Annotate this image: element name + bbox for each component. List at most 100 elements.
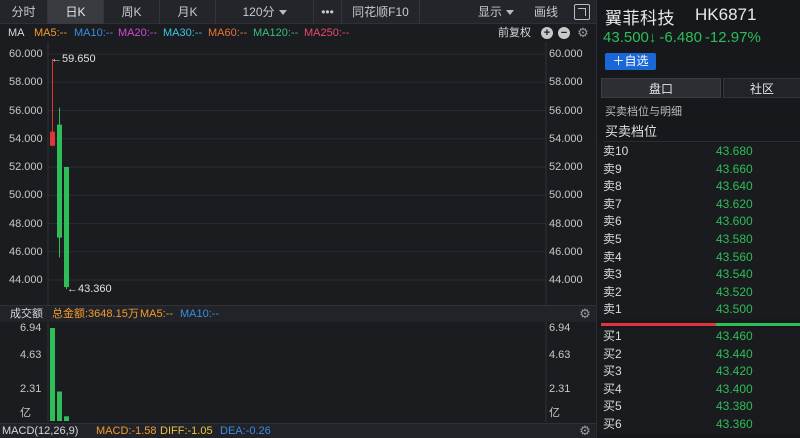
bid-row[interactable]: 买4 43.400: [597, 380, 800, 399]
zoom-in-icon[interactable]: +: [541, 27, 553, 39]
tab-intraday[interactable]: 分时: [0, 0, 48, 24]
ask-row[interactable]: 卖10 43.680: [597, 143, 800, 161]
orderbook-level-label: 买4: [603, 381, 622, 396]
bid-row[interactable]: 买5 43.380: [597, 398, 800, 416]
orderbook-level-label: 买3: [603, 364, 622, 379]
orderbook-level-label: 买6: [603, 417, 622, 431]
ask-row[interactable]: 卖6 43.600: [597, 213, 800, 231]
tab-daily-k[interactable]: 日K: [48, 0, 104, 24]
candle-body: [64, 167, 69, 288]
orderbook-price: 43.420: [716, 364, 753, 379]
price-tick-label-right: 58.000: [549, 76, 583, 89]
volume-tick-label-right: 亿: [549, 407, 560, 419]
volume-bar: [64, 416, 69, 421]
bid-row[interactable]: 买1 43.460: [597, 328, 800, 346]
ask-row[interactable]: 卖5 43.580: [597, 231, 800, 249]
volume-tick-label-left: 亿: [20, 407, 31, 419]
volume-header: 成交额 总金额:3648.15万 MA5:-- MA10:--: [0, 305, 596, 322]
macd-dea: DEA:-0.26: [220, 425, 271, 437]
stock-name: 翼菲科技: [605, 9, 675, 28]
orderbook-level-label: 卖4: [603, 249, 622, 264]
macd-diff: DIFF:-1.05: [160, 425, 213, 437]
adjust-selector[interactable]: 前复权: [498, 25, 531, 41]
zoom-out-icon[interactable]: −: [558, 27, 570, 39]
price-tick-label-left: 56.000: [9, 104, 43, 117]
gear-icon[interactable]: ⚙: [579, 307, 591, 320]
orderbook-level-label: 买5: [603, 399, 622, 414]
orderbook-price: 43.500: [716, 302, 753, 317]
ask-row[interactable]: 卖8 43.640: [597, 178, 800, 196]
macd-title: MACD(12,26,9): [2, 425, 79, 437]
orderbook-price: 43.680: [716, 144, 753, 158]
tab-monthly-k[interactable]: 月K: [160, 0, 216, 24]
ma-title: MA: [8, 27, 25, 39]
price-change-pct: -12.97%: [704, 29, 761, 46]
volume-tick-label-right: 4.63: [549, 349, 571, 361]
orderbook-level-label: 卖8: [603, 179, 622, 194]
ask-row[interactable]: 卖9 43.660: [597, 160, 800, 179]
bid-ask-divider-green: [716, 323, 800, 326]
ask-row[interactable]: 卖4 43.560: [597, 248, 800, 267]
volume-total: 总金额:3648.15万: [52, 308, 139, 320]
orderbook-price: 43.460: [716, 329, 753, 343]
display-menu[interactable]: 显示: [478, 0, 515, 24]
price-tick-label-left: 44.000: [9, 274, 43, 286]
price-tick-label-left: 52.000: [9, 161, 43, 173]
price-tick-label-right: 44.000: [549, 274, 583, 286]
bid-row[interactable]: 买6 43.360: [597, 416, 800, 434]
orderbook-level-label: 卖9: [603, 161, 622, 176]
volume-ma5: MA5:--: [140, 308, 173, 320]
orderbook-price: 43.600: [716, 214, 753, 229]
volume-bar: [50, 328, 55, 421]
orderbook-price: 43.620: [716, 196, 753, 211]
f10-button[interactable]: 同花顺F10: [342, 0, 420, 24]
ask-row[interactable]: 卖7 43.620: [597, 195, 800, 214]
price-tick-label-left: 54.000: [9, 132, 43, 145]
fullscreen-icon[interactable]: [574, 4, 590, 20]
candlestick-chart: [47, 42, 547, 305]
stock-code: HK6871: [695, 5, 757, 24]
ma60-value: MA60:--: [208, 27, 248, 39]
orderbook-price: 43.380: [716, 399, 753, 414]
add-watchlist-button[interactable]: ＋自选: [605, 53, 656, 70]
volume-tick-label-left: 4.63: [20, 349, 42, 361]
orderbook-level-label: 卖10: [603, 144, 629, 158]
ma20-value: MA20:--: [118, 27, 158, 39]
tab-order-book[interactable]: 盘口: [601, 78, 721, 98]
price-tick-label-right: 48.000: [549, 217, 583, 230]
ask-row[interactable]: 卖3 43.540: [597, 266, 800, 284]
volume-title: 成交额: [10, 308, 43, 320]
ma120-value: MA120:--: [253, 27, 299, 39]
more-button[interactable]: •••: [314, 0, 342, 24]
bid-row[interactable]: 买3 43.420: [597, 363, 800, 381]
orderbook-level-label: 卖1: [603, 302, 622, 317]
tab-weekly-k[interactable]: 周K: [104, 0, 160, 24]
volume-chart: [47, 322, 547, 422]
ask-row[interactable]: 卖2 43.520: [597, 283, 800, 302]
volume-tick-label-right: 2.31: [549, 383, 571, 395]
orderbook-price: 43.580: [716, 232, 753, 246]
price-tick-label-left: 60.000: [9, 48, 43, 60]
tab-community[interactable]: 社区: [723, 78, 800, 98]
draw-line-button[interactable]: 画线: [534, 0, 558, 24]
volume-tick-label-right: 6.94: [549, 322, 571, 334]
macd-header: MACD(12,26,9) MACD:-1.58 DIFF:-1.05 DEA:…: [0, 423, 596, 438]
orderbook-price: 43.440: [716, 346, 753, 361]
orderbook-price: 43.660: [716, 161, 753, 176]
gear-icon[interactable]: ⚙: [579, 424, 591, 437]
ask-row[interactable]: 卖1 43.500: [597, 301, 800, 319]
period-toolbar: 分时 日K 周K 月K 120分 ••• 同花顺F10 显示 画线: [0, 0, 596, 24]
orderbook-level-label: 卖2: [603, 284, 622, 299]
volume-bar: [57, 391, 62, 421]
orderbook-price: 43.360: [716, 417, 753, 431]
gear-icon[interactable]: ⚙: [577, 26, 589, 39]
orderbook-level-label: 买2: [603, 346, 622, 361]
candle-body: [50, 131, 55, 146]
bid-row[interactable]: 买2 43.440: [597, 345, 800, 364]
price-tick-label-left: 58.000: [9, 76, 43, 89]
volume-tick-label-left: 2.31: [20, 383, 42, 395]
tab-120min[interactable]: 120分: [216, 0, 314, 24]
price-tick-label-right: 56.000: [549, 104, 583, 117]
chart-area: 分时 日K 周K 月K 120分 ••• 同花顺F10 显示 画线 MA MA5…: [0, 0, 596, 438]
display-label: 显示: [478, 5, 503, 19]
